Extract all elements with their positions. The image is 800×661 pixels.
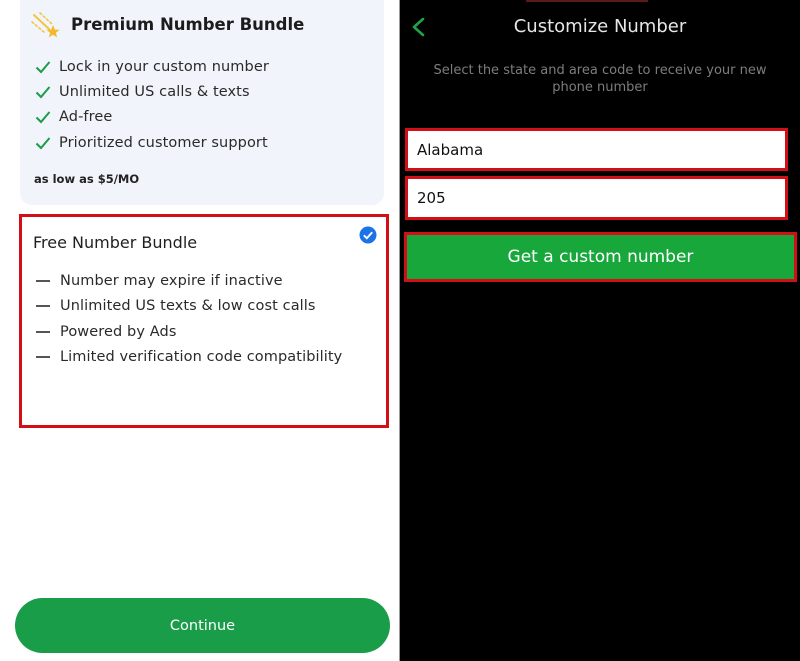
free-bundle-title: Free Number Bundle: [33, 233, 198, 252]
selected-check-icon: [359, 226, 377, 244]
checkmark-icon: [35, 61, 51, 74]
free-feature-label: Unlimited US texts & low cost calls: [60, 298, 316, 314]
free-feature-label: Number may expire if inactive: [60, 273, 283, 289]
free-feature-item: Powered by Ads: [35, 322, 176, 342]
free-feature-item: Number may expire if inactive: [35, 271, 283, 291]
premium-feature-item: Unlimited US calls & texts: [35, 82, 250, 102]
customize-number-screen: Customize Number Select the state and ar…: [400, 0, 800, 661]
area-code-field-container: [405, 176, 788, 220]
area-code-field[interactable]: [408, 179, 785, 217]
premium-bundle-title: Premium Number Bundle: [71, 15, 305, 34]
continue-button[interactable]: Continue: [15, 598, 390, 653]
free-feature-label: Powered by Ads: [60, 324, 177, 340]
premium-price-note: as low as $5/MO: [34, 172, 140, 186]
free-feature-label: Limited verification code compatibility: [60, 349, 343, 365]
page-subtitle: Select the state and area code to receiv…: [433, 63, 767, 95]
checkmark-icon: [35, 111, 51, 124]
dash-icon: [36, 280, 50, 282]
bundle-selection-screen: Premium Number Bundle Lock in your custo…: [0, 0, 399, 661]
status-strip: [526, 0, 648, 2]
dash-icon: [36, 331, 50, 333]
checkmark-icon: [35, 137, 51, 150]
get-custom-number-button[interactable]: Get a custom number: [404, 232, 797, 282]
checkmark-icon: [35, 86, 51, 99]
state-field[interactable]: [408, 131, 785, 168]
shooting-star-icon: [31, 12, 60, 38]
premium-feature-label: Unlimited US calls & texts: [59, 84, 250, 100]
premium-feature-item: Prioritized customer support: [35, 133, 268, 153]
dash-icon: [36, 356, 50, 358]
premium-feature-label: Ad-free: [59, 109, 113, 125]
premium-feature-label: Prioritized customer support: [59, 135, 268, 151]
premium-feature-item: Lock in your custom number: [35, 57, 269, 77]
premium-feature-label: Lock in your custom number: [59, 59, 269, 75]
free-feature-item: Unlimited US texts & low cost calls: [35, 296, 316, 316]
state-field-container: [405, 128, 788, 171]
dash-icon: [36, 305, 50, 307]
free-feature-item: Limited verification code compatibility: [35, 347, 342, 367]
premium-feature-item: Ad-free: [35, 107, 112, 127]
page-title: Customize Number: [513, 16, 687, 37]
